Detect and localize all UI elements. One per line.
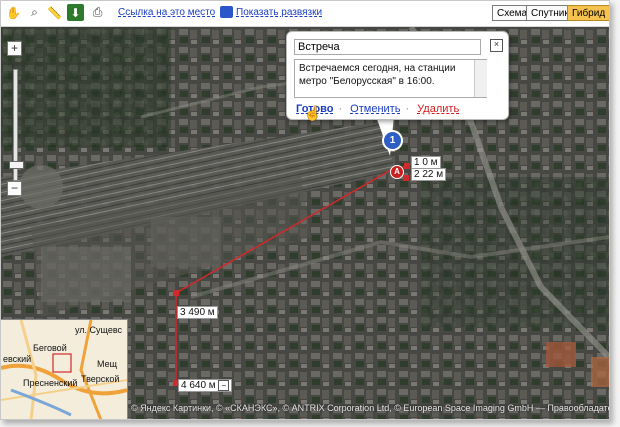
- minimap-label: Беговой: [33, 343, 67, 353]
- route-label-num: 2: [414, 169, 420, 180]
- minimap-label: ул. Сущевс: [75, 325, 123, 335]
- overview-minimap[interactable]: ул. Сущевс Беговой евский Мещ Пресненски…: [1, 319, 128, 419]
- hand-icon[interactable]: ✋: [5, 4, 22, 21]
- delete-button[interactable]: Удалить: [417, 103, 459, 115]
- placemark-number[interactable]: 1: [382, 130, 403, 151]
- zoom-slider-thumb[interactable]: [9, 160, 24, 169]
- balloon-title-input[interactable]: Встреча: [294, 39, 481, 55]
- pin-icon[interactable]: ⬇: [67, 4, 84, 21]
- map-canvas[interactable]: + − 1 A 1 0 м 2 22 м 3 490 м 4 640 м − В…: [1, 27, 609, 419]
- close-icon[interactable]: ×: [490, 39, 503, 52]
- minimap-label: евский: [3, 354, 32, 364]
- copyright-text: © Яндекс Картинки, © «СКАНЭКС», © ANTRIX…: [131, 403, 609, 413]
- route-label-490m: 3 490 м: [177, 306, 218, 319]
- route-vertex-4[interactable]: [173, 290, 179, 296]
- print-icon[interactable]: ⎙: [89, 4, 106, 21]
- minimap-label: Тверской: [81, 374, 120, 384]
- route-label-value: 490 м: [188, 307, 215, 318]
- toolbar: ✋ ⌕ 📏 ⬇ ⎙ Ссылка на это место Показать р…: [1, 1, 609, 27]
- maptype-hybrid-button[interactable]: Гибрид: [567, 5, 609, 21]
- hand-cursor-icon: ☝: [304, 105, 322, 121]
- junction-icon: [220, 6, 233, 18]
- route-label-value: 0 м: [422, 157, 438, 168]
- route-label-num: 1: [414, 157, 420, 168]
- balloon-text-area[interactable]: Встречаемся сегодня, на станции метро "Б…: [294, 59, 487, 98]
- separator: ·: [338, 103, 343, 115]
- ruler-icon[interactable]: 📏: [46, 4, 63, 21]
- route-label-640m: 4 640 м −: [178, 379, 233, 392]
- route-vertex-3[interactable]: [403, 175, 409, 181]
- link-to-place[interactable]: Ссылка на это место: [118, 7, 215, 18]
- route-label-22m: 2 22 м: [411, 168, 447, 181]
- balloon-scrollbar[interactable]: [474, 60, 487, 97]
- zoom-in-button[interactable]: +: [7, 41, 22, 56]
- separator: ·: [405, 103, 410, 115]
- map-window: ✋ ⌕ 📏 ⬇ ⎙ Ссылка на это место Показать р…: [0, 0, 610, 420]
- route-label-num: 3: [180, 307, 186, 318]
- show-junctions-link[interactable]: Показать развязки: [236, 7, 322, 18]
- route-remove-icon[interactable]: −: [218, 380, 230, 391]
- cancel-button[interactable]: Отменить: [350, 103, 400, 115]
- minimap-label: Пресненский: [23, 378, 78, 388]
- route-label-value: 640 м: [189, 380, 216, 391]
- route-vertex-2[interactable]: [404, 163, 410, 169]
- magnifier-icon[interactable]: ⌕: [26, 4, 43, 21]
- route-start-marker[interactable]: A: [390, 165, 404, 179]
- minimap-label: Мещ: [97, 359, 118, 369]
- zoom-out-button[interactable]: −: [7, 181, 22, 196]
- route-label-value: 22 м: [422, 169, 444, 180]
- route-label-num: 4: [181, 380, 187, 391]
